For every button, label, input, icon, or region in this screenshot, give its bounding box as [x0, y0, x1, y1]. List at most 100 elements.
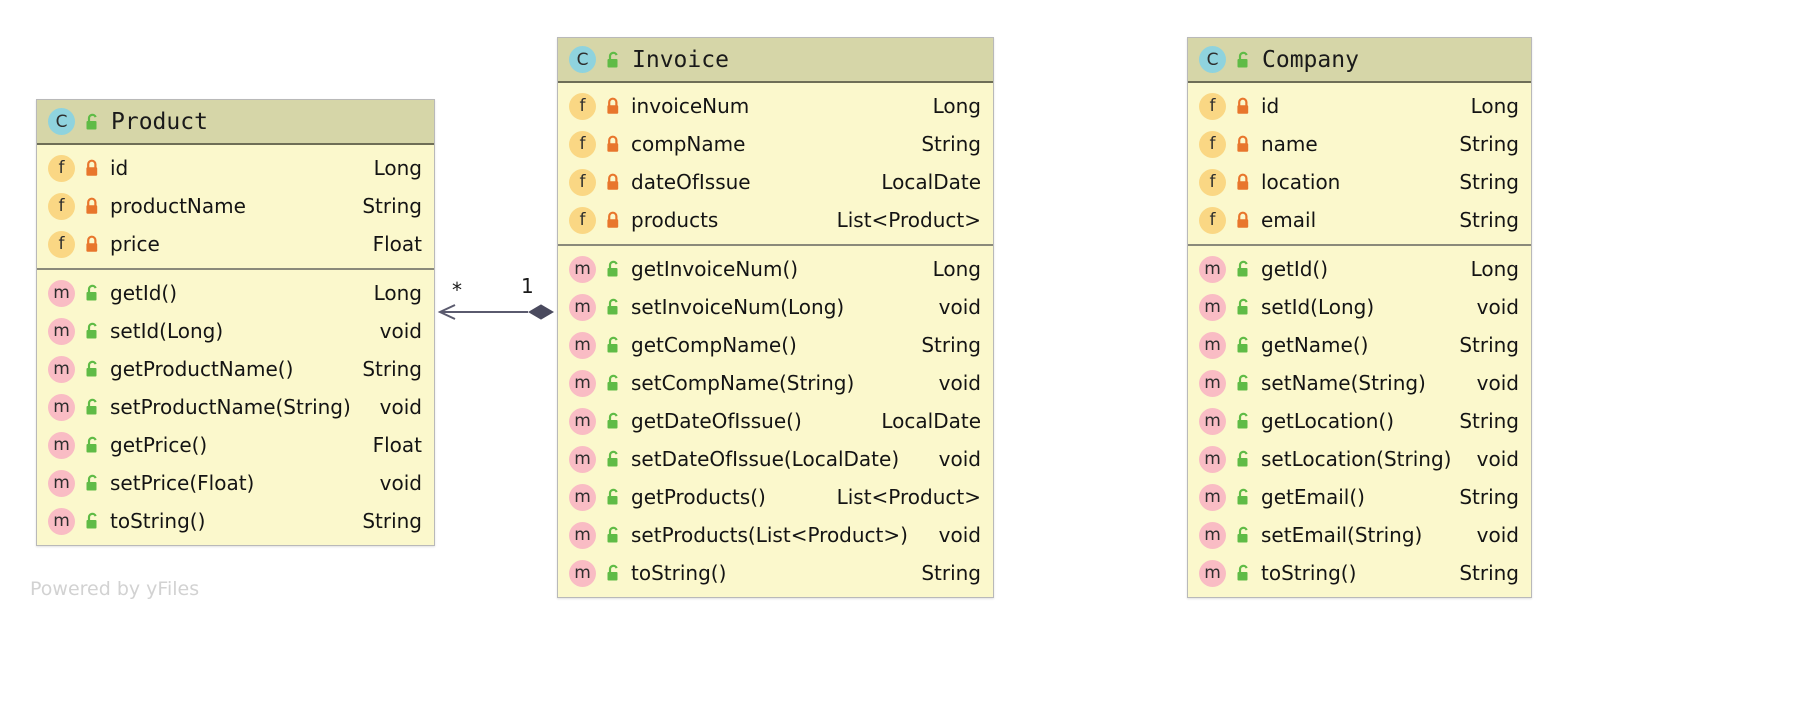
method-row[interactable]: m setName(String) void — [1188, 364, 1531, 402]
lock-icon — [83, 234, 101, 254]
method-row[interactable]: m getCompName() String — [558, 326, 993, 364]
method-return-type: void — [1476, 371, 1519, 395]
field-row[interactable]: f dateOfIssue LocalDate — [558, 163, 993, 201]
method-row[interactable]: m getProducts() List<Product> — [558, 478, 993, 516]
method-row[interactable]: m setCompName(String) void — [558, 364, 993, 402]
lock-icon — [83, 158, 101, 178]
field-row[interactable]: f invoiceNum Long — [558, 87, 993, 125]
method-row[interactable]: m setId(Long) void — [37, 312, 434, 350]
field-row[interactable]: f id Long — [1188, 87, 1531, 125]
method-name: getId() — [1261, 257, 1329, 281]
lock-icon — [1234, 96, 1252, 116]
method-icon: m — [569, 331, 596, 359]
field-row[interactable]: f email String — [1188, 201, 1531, 239]
unlock-icon — [1234, 487, 1252, 507]
field-row[interactable]: f price Float — [37, 225, 434, 263]
field-type: String — [1459, 208, 1519, 232]
method-row[interactable]: m setProducts(List<Product>) void — [558, 516, 993, 554]
method-row[interactable]: m getInvoiceNum() Long — [558, 250, 993, 288]
method-return-type: String — [921, 333, 981, 357]
field-name: compName — [631, 132, 746, 156]
method-row[interactable]: m getDateOfIssue() LocalDate — [558, 402, 993, 440]
field-row[interactable]: f compName String — [558, 125, 993, 163]
method-return-type: Long — [932, 257, 981, 281]
method-name: setDateOfIssue(LocalDate) — [631, 447, 900, 471]
method-name: getName() — [1261, 333, 1369, 357]
field-row[interactable]: f products List<Product> — [558, 201, 993, 239]
unlock-icon — [604, 411, 622, 431]
class-icon: C — [1199, 46, 1226, 73]
edge-arrowhead — [437, 304, 456, 320]
method-name: setName(String) — [1261, 371, 1426, 395]
field-type: String — [362, 194, 422, 218]
unlock-icon — [1234, 335, 1252, 355]
uml-class-node-invoice[interactable]: C Invoice f invoiceNum Long f compName String… — [557, 37, 994, 598]
method-row[interactable]: m setPrice(Float) void — [37, 464, 434, 502]
method-icon: m — [569, 369, 596, 397]
method-name: setProducts(List<Product>) — [631, 523, 908, 547]
lock-icon — [1234, 210, 1252, 230]
uml-class-node-product[interactable]: C Product f id Long f productName String f pric… — [36, 99, 435, 546]
method-return-type: String — [921, 561, 981, 585]
method-row[interactable]: m getEmail() String — [1188, 478, 1531, 516]
unlock-icon — [83, 321, 101, 341]
method-row[interactable]: m setLocation(String) void — [1188, 440, 1531, 478]
method-row[interactable]: m toString() String — [37, 502, 434, 540]
method-row[interactable]: m setDateOfIssue(LocalDate) void — [558, 440, 993, 478]
field-icon: f — [1199, 168, 1226, 196]
method-row[interactable]: m setEmail(String) void — [1188, 516, 1531, 554]
method-row[interactable]: m setId(Long) void — [1188, 288, 1531, 326]
method-row[interactable]: m getLocation() String — [1188, 402, 1531, 440]
field-type: String — [1459, 170, 1519, 194]
lock-icon — [604, 134, 622, 154]
unlock-icon — [83, 283, 101, 303]
method-name: getInvoiceNum() — [631, 257, 799, 281]
field-row[interactable]: f location String — [1188, 163, 1531, 201]
unlock-icon — [604, 297, 622, 317]
field-type: Float — [372, 232, 422, 256]
method-name: setCompName(String) — [631, 371, 855, 395]
method-name: getDateOfIssue() — [631, 409, 802, 433]
methods-section: m getId() Long m setId(Long) void m getProductN… — [37, 268, 434, 545]
method-row[interactable]: m getName() String — [1188, 326, 1531, 364]
method-icon: m — [1199, 483, 1226, 511]
field-row[interactable]: f name String — [1188, 125, 1531, 163]
field-type: String — [1459, 132, 1519, 156]
unlock-icon — [604, 525, 622, 545]
method-row[interactable]: m setProductName(String) void — [37, 388, 434, 426]
method-row[interactable]: m getId() Long — [37, 274, 434, 312]
method-name: setId(Long) — [110, 319, 224, 343]
field-type: LocalDate — [881, 170, 981, 194]
unlock-icon — [83, 397, 101, 417]
uml-class-node-company[interactable]: C Company f id Long f name String f location Str… — [1187, 37, 1532, 598]
method-row[interactable]: m toString() String — [558, 554, 993, 592]
method-name: getProductName() — [110, 357, 294, 381]
field-icon: f — [569, 168, 596, 196]
unlock-icon — [604, 373, 622, 393]
method-row[interactable]: m getProductName() String — [37, 350, 434, 388]
method-name: getProducts() — [631, 485, 766, 509]
class-header: C Invoice — [558, 38, 993, 83]
field-name: price — [110, 232, 160, 256]
method-icon: m — [48, 355, 75, 383]
composition-edge-product-invoice — [437, 304, 554, 320]
multiplicity-source: * — [452, 278, 462, 302]
method-row[interactable]: m getPrice() Float — [37, 426, 434, 464]
class-name: Product — [111, 108, 208, 135]
method-row[interactable]: m toString() String — [1188, 554, 1531, 592]
unlock-icon — [604, 259, 622, 279]
method-name: getEmail() — [1261, 485, 1365, 509]
method-icon: m — [48, 431, 75, 459]
field-row[interactable]: f id Long — [37, 149, 434, 187]
method-row[interactable]: m getId() Long — [1188, 250, 1531, 288]
field-type: Long — [932, 94, 981, 118]
method-return-type: void — [938, 295, 981, 319]
unlock-icon — [1234, 373, 1252, 393]
class-header: C Company — [1188, 38, 1531, 83]
field-name: email — [1261, 208, 1317, 232]
field-row[interactable]: f productName String — [37, 187, 434, 225]
method-return-type: LocalDate — [881, 409, 981, 433]
unlock-icon — [604, 335, 622, 355]
field-type: String — [921, 132, 981, 156]
method-row[interactable]: m setInvoiceNum(Long) void — [558, 288, 993, 326]
